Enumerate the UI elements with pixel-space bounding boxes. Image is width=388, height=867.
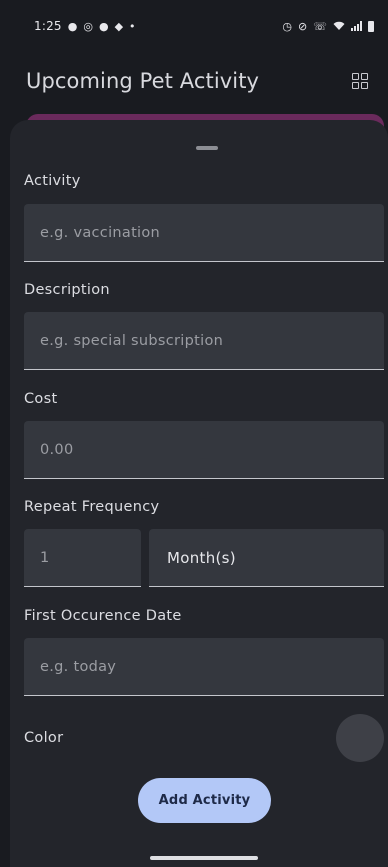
signal-icon bbox=[351, 21, 362, 31]
first-date-label: First Occurence Date bbox=[24, 608, 182, 624]
add-activity-button[interactable]: Add Activity bbox=[138, 778, 271, 823]
dot-icon: • bbox=[129, 19, 136, 33]
check-circle-icon: ● bbox=[98, 19, 109, 33]
cost-input[interactable]: 0.00 bbox=[24, 421, 384, 479]
description-input[interactable]: e.g. special subscription bbox=[24, 312, 384, 370]
repeat-frequency-label: Repeat Frequency bbox=[24, 499, 160, 515]
repeat-unit-select[interactable]: Month(s) bbox=[149, 529, 384, 587]
first-date-placeholder: e.g. today bbox=[40, 658, 117, 675]
alarm-icon: ◷ bbox=[282, 19, 293, 33]
status-left: 1:25 ● ◎ ● ◆ • bbox=[34, 19, 136, 33]
grid-view-icon[interactable] bbox=[352, 73, 368, 89]
app-bar: Upcoming Pet Activity bbox=[0, 52, 388, 110]
repeat-count-placeholder: 1 bbox=[40, 549, 50, 566]
first-date-input[interactable]: e.g. today bbox=[24, 638, 384, 696]
repeat-count-input[interactable]: 1 bbox=[24, 529, 141, 587]
status-bar: 1:25 ● ◎ ● ◆ • ◷ ⊘ ☏ bbox=[0, 0, 388, 52]
cloud-icon: ◆ bbox=[114, 19, 124, 33]
wifi-icon bbox=[333, 21, 345, 30]
gesture-nav-bar[interactable] bbox=[150, 856, 258, 860]
color-picker-swatch[interactable] bbox=[336, 714, 384, 762]
chat-icon: ● bbox=[67, 19, 78, 33]
page-title: Upcoming Pet Activity bbox=[26, 69, 260, 93]
call-icon: ☏ bbox=[313, 19, 327, 33]
activity-label: Activity bbox=[24, 173, 81, 189]
mute-icon: ⊘ bbox=[298, 19, 308, 33]
description-label: Description bbox=[24, 282, 110, 298]
activity-input[interactable]: e.g. vaccination bbox=[24, 204, 384, 262]
cost-placeholder: 0.00 bbox=[40, 441, 74, 458]
repeat-unit-value: Month(s) bbox=[167, 548, 236, 567]
color-label: Color bbox=[24, 730, 64, 746]
battery-icon bbox=[368, 20, 374, 32]
cost-label: Cost bbox=[24, 391, 58, 407]
instagram-icon: ◎ bbox=[83, 19, 93, 33]
sheet-drag-handle[interactable] bbox=[196, 146, 218, 150]
activity-placeholder: e.g. vaccination bbox=[40, 224, 161, 241]
description-placeholder: e.g. special subscription bbox=[40, 332, 224, 349]
status-right: ◷ ⊘ ☏ bbox=[282, 19, 374, 33]
status-time: 1:25 bbox=[34, 19, 62, 33]
